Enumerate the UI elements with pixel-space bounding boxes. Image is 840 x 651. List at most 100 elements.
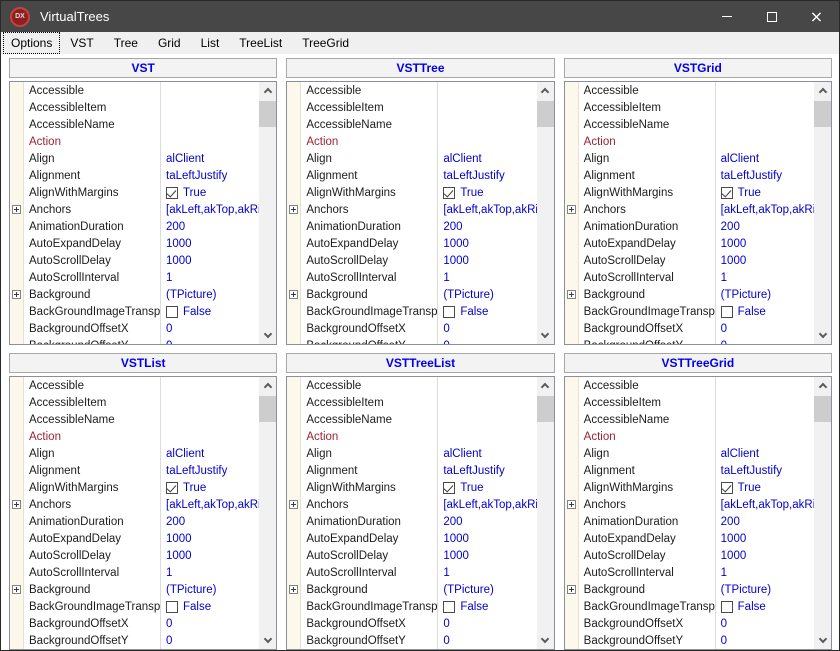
- property-row-action[interactable]: Action: [301, 133, 536, 150]
- property-row-autoexpanddelay[interactable]: AutoExpandDelay1000: [24, 235, 259, 252]
- property-value[interactable]: True: [161, 482, 259, 494]
- property-row-anchors[interactable]: Anchors[akLeft,akTop,akRight]: [24, 496, 259, 513]
- property-row-align[interactable]: AlignalClient: [579, 445, 814, 462]
- property-value[interactable]: 1000: [438, 550, 536, 562]
- property-value[interactable]: 1: [438, 567, 536, 579]
- vertical-scrollbar[interactable]: [537, 377, 554, 649]
- property-value[interactable]: 1000: [716, 238, 814, 250]
- property-row-animationduration[interactable]: AnimationDuration200: [579, 513, 814, 530]
- property-value[interactable]: alClient: [161, 153, 259, 165]
- property-value[interactable]: 1000: [161, 255, 259, 267]
- checkbox-checked-icon[interactable]: [721, 187, 733, 199]
- property-value[interactable]: False: [161, 306, 259, 318]
- property-value[interactable]: taLeftJustify: [161, 465, 259, 477]
- property-value[interactable]: 200: [161, 516, 259, 528]
- checkbox-unchecked-icon[interactable]: [443, 306, 455, 318]
- property-row-backgroundimagetransparent[interactable]: BackGroundImageTransparentFalse: [301, 598, 536, 615]
- property-row-autoscrolldelay[interactable]: AutoScrollDelay1000: [24, 252, 259, 269]
- property-value[interactable]: alClient: [716, 153, 814, 165]
- property-row-autoscrollinterval[interactable]: AutoScrollInterval1: [24, 564, 259, 581]
- property-row-backgroundoffsety[interactable]: BackgroundOffsetY0: [301, 337, 536, 344]
- property-row-autoscrolldelay[interactable]: AutoScrollDelay1000: [301, 252, 536, 269]
- expand-plus-icon[interactable]: [12, 205, 21, 214]
- property-value[interactable]: False: [438, 306, 536, 318]
- menu-item-options[interactable]: Options: [3, 32, 60, 54]
- checkbox-checked-icon[interactable]: [166, 482, 178, 494]
- property-row-animationduration[interactable]: AnimationDuration200: [24, 513, 259, 530]
- property-row-backgroundoffsety[interactable]: BackgroundOffsetY0: [579, 632, 814, 649]
- expand-plus-icon[interactable]: [289, 290, 298, 299]
- property-row-action[interactable]: Action: [579, 133, 814, 150]
- property-row-autoscrollinterval[interactable]: AutoScrollInterval1: [579, 564, 814, 581]
- property-value[interactable]: 0: [438, 323, 536, 335]
- property-value[interactable]: 1000: [161, 550, 259, 562]
- property-value[interactable]: 0: [438, 618, 536, 630]
- property-row-alignwithmargins[interactable]: AlignWithMarginsTrue: [579, 184, 814, 201]
- property-value[interactable]: 1000: [716, 533, 814, 545]
- expand-plus-icon[interactable]: [289, 205, 298, 214]
- property-row-alignment[interactable]: AlignmenttaLeftJustify: [24, 462, 259, 479]
- property-row-backgroundoffsety[interactable]: BackgroundOffsetY0: [301, 632, 536, 649]
- property-row-backgroundoffsetx[interactable]: BackgroundOffsetX0: [579, 615, 814, 632]
- property-row-background[interactable]: Background(TPicture): [24, 581, 259, 598]
- property-row-accessibleitem[interactable]: AccessibleItem: [301, 394, 536, 411]
- property-row-accessible[interactable]: Accessible: [24, 377, 259, 394]
- property-row-background[interactable]: Background(TPicture): [301, 581, 536, 598]
- property-value[interactable]: alClient: [438, 448, 536, 460]
- property-row-accessible[interactable]: Accessible: [24, 82, 259, 99]
- property-value[interactable]: 0: [716, 618, 814, 630]
- property-row-accessibleitem[interactable]: AccessibleItem: [301, 99, 536, 116]
- property-value[interactable]: 0: [161, 340, 259, 345]
- property-row-accessible[interactable]: Accessible: [301, 82, 536, 99]
- scrollbar-down-arrow[interactable]: [537, 327, 554, 344]
- property-row-backgroundimagetransparent[interactable]: BackGroundImageTransparentFalse: [24, 598, 259, 615]
- close-button[interactable]: ×: [794, 1, 839, 32]
- property-value[interactable]: False: [716, 601, 814, 613]
- vertical-scrollbar[interactable]: [814, 82, 831, 344]
- property-value[interactable]: 1000: [161, 533, 259, 545]
- menu-item-treelist[interactable]: TreeList: [229, 32, 292, 54]
- property-row-align[interactable]: AlignalClient: [24, 445, 259, 462]
- scrollbar-thumb[interactable]: [537, 396, 554, 422]
- property-row-align[interactable]: AlignalClient: [301, 445, 536, 462]
- property-value[interactable]: 0: [161, 323, 259, 335]
- property-value[interactable]: 1000: [438, 255, 536, 267]
- property-value[interactable]: False: [716, 306, 814, 318]
- property-value[interactable]: 0: [716, 635, 814, 647]
- minimize-button[interactable]: [704, 1, 749, 32]
- property-row-autoexpanddelay[interactable]: AutoExpandDelay1000: [301, 235, 536, 252]
- vertical-scrollbar[interactable]: [537, 82, 554, 344]
- property-row-alignment[interactable]: AlignmenttaLeftJustify: [301, 167, 536, 184]
- property-row-accessiblename[interactable]: AccessibleName: [301, 411, 536, 428]
- property-row-accessibleitem[interactable]: AccessibleItem: [579, 99, 814, 116]
- property-row-background[interactable]: Background(TPicture): [301, 286, 536, 303]
- maximize-button[interactable]: [749, 1, 794, 32]
- property-row-accessiblename[interactable]: AccessibleName: [579, 116, 814, 133]
- property-value[interactable]: 1: [161, 567, 259, 579]
- property-row-action[interactable]: Action: [579, 428, 814, 445]
- property-row-accessiblename[interactable]: AccessibleName: [24, 116, 259, 133]
- property-value[interactable]: True: [161, 187, 259, 199]
- property-value[interactable]: 0: [161, 635, 259, 647]
- scrollbar-down-arrow[interactable]: [259, 632, 276, 649]
- property-row-autoscrollinterval[interactable]: AutoScrollInterval1: [301, 564, 536, 581]
- property-row-autoscrolldelay[interactable]: AutoScrollDelay1000: [24, 547, 259, 564]
- scrollbar-down-arrow[interactable]: [259, 327, 276, 344]
- scrollbar-down-arrow[interactable]: [537, 632, 554, 649]
- property-row-backgroundoffsetx[interactable]: BackgroundOffsetX0: [579, 320, 814, 337]
- property-value[interactable]: 1: [716, 567, 814, 579]
- property-row-backgroundimagetransparent[interactable]: BackGroundImageTransparentFalse: [24, 303, 259, 320]
- property-row-background[interactable]: Background(TPicture): [24, 286, 259, 303]
- checkbox-unchecked-icon[interactable]: [721, 601, 733, 613]
- property-row-alignwithmargins[interactable]: AlignWithMarginsTrue: [301, 479, 536, 496]
- property-value[interactable]: True: [438, 187, 536, 199]
- property-row-autoscrollinterval[interactable]: AutoScrollInterval1: [24, 269, 259, 286]
- property-value[interactable]: (TPicture): [161, 289, 259, 301]
- scrollbar-down-arrow[interactable]: [814, 632, 831, 649]
- scrollbar-thumb[interactable]: [537, 101, 554, 127]
- property-row-autoscrollinterval[interactable]: AutoScrollInterval1: [579, 269, 814, 286]
- menu-item-vst[interactable]: VST: [60, 32, 103, 54]
- scrollbar-up-arrow[interactable]: [259, 377, 276, 394]
- checkbox-checked-icon[interactable]: [166, 187, 178, 199]
- property-value[interactable]: 1: [438, 272, 536, 284]
